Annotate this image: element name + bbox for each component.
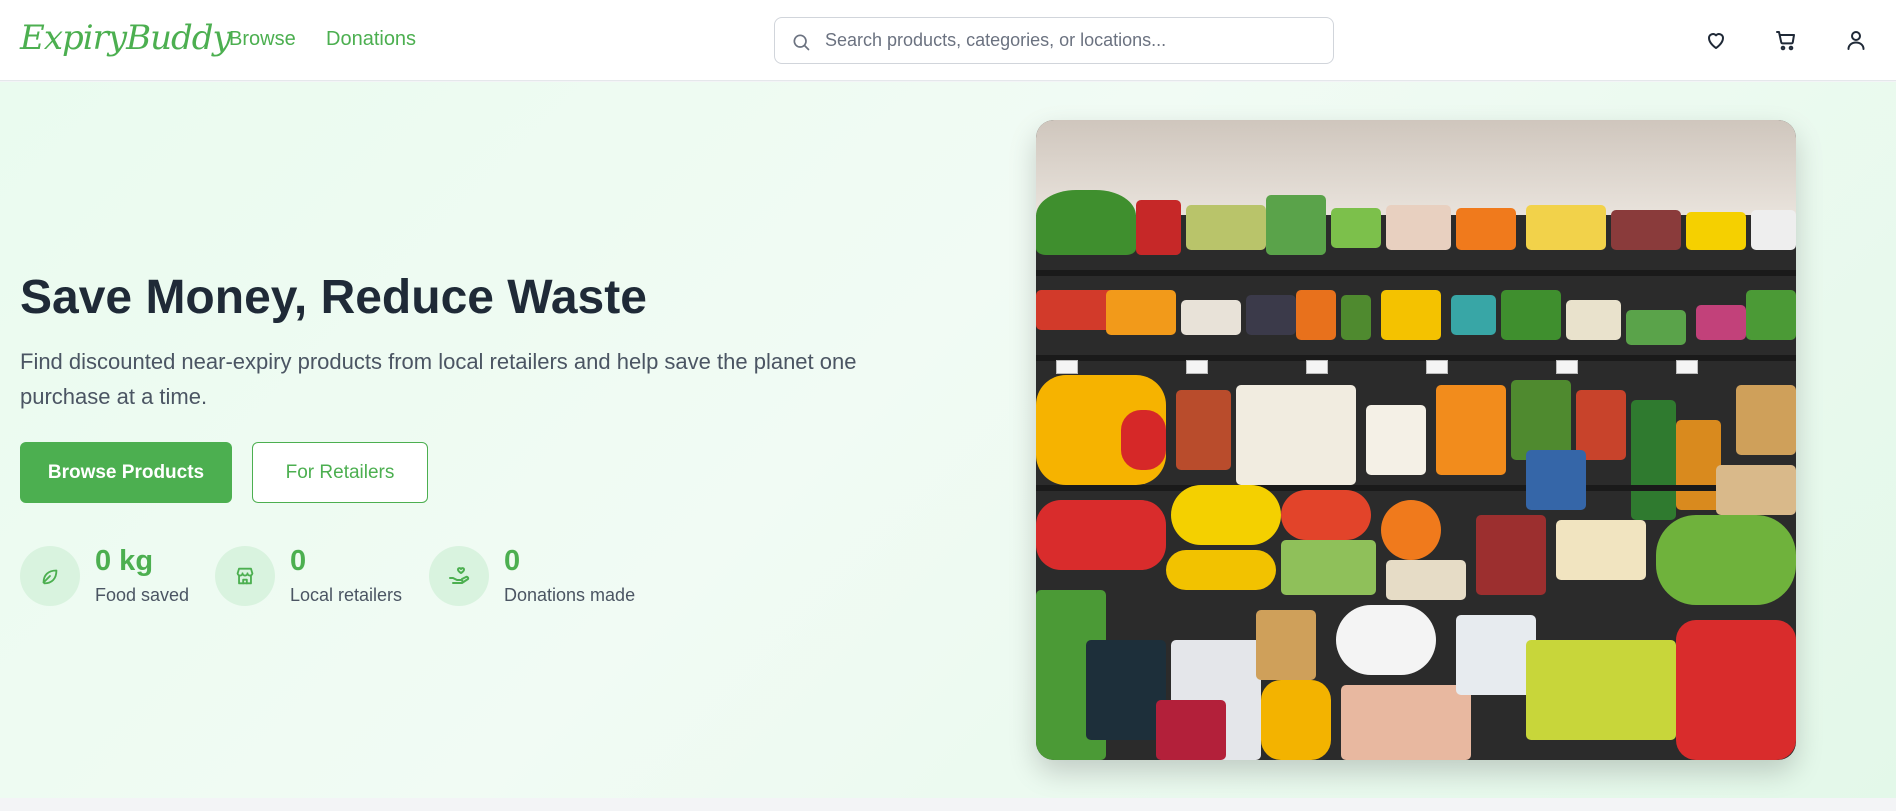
nav-browse-link[interactable]: Browse (229, 28, 296, 51)
logo[interactable]: ExpiryBuddy (20, 18, 232, 58)
for-retailers-button[interactable]: For Retailers (252, 442, 428, 503)
stat-food-saved-label: Food saved (95, 585, 190, 605)
stat-food-saved-value: 0 kg (95, 545, 154, 577)
stat-donations-value: 0 (504, 545, 521, 577)
heart-icon[interactable] (1702, 26, 1730, 54)
search-bar[interactable] (774, 17, 1334, 64)
nav-donations-link[interactable]: Donations (326, 28, 416, 51)
stat-donations-label: Donations made (504, 585, 636, 605)
hero-section: Save Money, Reduce Waste Find discounted… (0, 82, 1896, 798)
stat-retailers-value: 0 (290, 545, 307, 577)
store-icon (215, 546, 275, 606)
grocery-shelves-image (1036, 120, 1796, 760)
hero-subtitle: Find discounted near-expiry products fro… (20, 349, 857, 409)
search-input[interactable] (825, 18, 1325, 63)
cart-icon[interactable] (1772, 26, 1800, 54)
leaf-icon (20, 546, 80, 606)
browse-products-button[interactable]: Browse Products (20, 442, 232, 503)
stat-retailers-label: Local retailers (290, 585, 403, 605)
page-bottom-divider (0, 798, 1896, 811)
donation-hand-icon (429, 546, 489, 606)
user-icon[interactable] (1842, 26, 1870, 54)
search-icon (793, 34, 810, 51)
hero-title: Save Money, Reduce Waste (20, 271, 647, 324)
top-header: ExpiryBuddy Browse Donations (0, 0, 1896, 81)
